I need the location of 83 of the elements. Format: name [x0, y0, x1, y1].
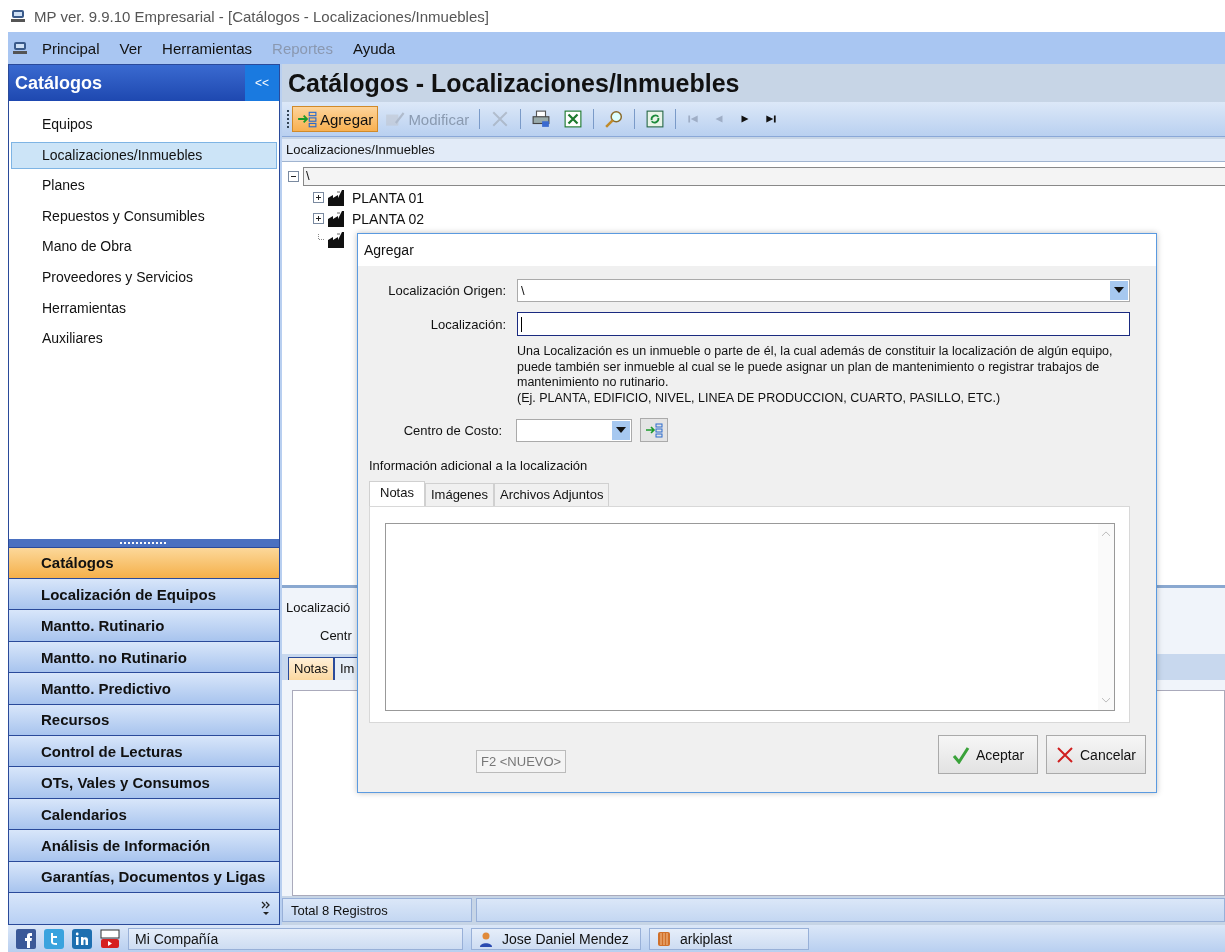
splitter-grip[interactable]	[120, 540, 168, 545]
checkmark-icon	[951, 745, 970, 764]
section-title: Información adicional a la localización	[369, 458, 589, 475]
menu-item[interactable]: Herramientas	[162, 39, 253, 57]
tree-node[interactable]: PLANTA 02	[352, 210, 425, 227]
dropdown-arrow-icon	[1114, 287, 1124, 293]
nav-section-button[interactable]: Garantías, Documentos y Ligas	[9, 860, 279, 892]
add-button[interactable]: Agregar	[292, 106, 379, 132]
factory-icon	[327, 230, 345, 249]
nav-section-button[interactable]: Localización de Equipos	[9, 578, 279, 610]
user-name: Jose Daniel Mendez	[502, 930, 629, 947]
twitter-icon[interactable]	[44, 928, 64, 949]
origin-dropdown[interactable]: \	[517, 278, 1130, 302]
pencil-icon	[385, 110, 406, 128]
menu-item[interactable]: Ayuda	[352, 39, 396, 57]
nav-section-button[interactable]: Mantto. no Rutinario	[9, 640, 279, 673]
database-name: arkiplast	[680, 930, 733, 947]
dialog-title: Agregar	[364, 242, 414, 258]
sidebar-item[interactable]: Repuestos y Consumibles	[11, 202, 277, 230]
dropdown-arrow-icon	[616, 427, 626, 433]
nav-section-button[interactable]: Recursos	[9, 703, 279, 736]
database-icon	[656, 930, 672, 947]
user-icon	[478, 930, 494, 947]
tab[interactable]: Imágenes	[424, 483, 495, 506]
notes-field[interactable]	[385, 523, 1115, 711]
page-title: Catálogos - Localizaciones/Inmuebles	[288, 68, 740, 98]
record-count: Total 8 Registros	[282, 898, 472, 922]
search-icon	[604, 110, 625, 128]
sidebar-item[interactable]: Herramientas	[11, 294, 277, 322]
location-input-field[interactable]	[517, 312, 1130, 336]
factory-icon	[327, 209, 345, 228]
sidebar-title: Catálogos	[14, 72, 102, 94]
add-cost-center-button[interactable]	[640, 418, 668, 442]
tree-header: Localizaciones/Inmuebles	[282, 139, 1225, 162]
youtube-icon[interactable]	[100, 928, 120, 949]
close-icon	[1056, 745, 1074, 764]
window-title: MP ver. 9.9.10 Empresarial - [Catálogos - Localizaciones/Inmuebles]	[34, 7, 489, 25]
example-text: (Ej. PLANTA, EDIFICIO, NIVEL, LINEA DE PRODUCCION, CUARTO, PASILLO, ETC.)	[517, 390, 1002, 406]
linkedin-icon[interactable]	[72, 928, 92, 949]
sidebar-item[interactable]: Mano de Obra	[11, 233, 277, 261]
refresh-icon	[645, 110, 666, 128]
collapse-button[interactable]: <<	[245, 65, 279, 101]
field-label: Centr	[320, 628, 352, 643]
nav-section-button[interactable]: Catálogos	[9, 546, 279, 579]
menu-item[interactable]: Principal	[42, 39, 100, 57]
app-icon	[12, 40, 28, 56]
nav-section-button[interactable]: Mantto. Predictivo	[9, 672, 279, 704]
sidebar-item[interactable]: Equipos	[11, 111, 277, 138]
nav-section-button[interactable]: Calendarios	[9, 797, 279, 830]
accept-button[interactable]: Aceptar	[938, 735, 1038, 774]
chevron-down-icon[interactable]	[261, 900, 271, 917]
field-label: Localización:	[429, 316, 507, 332]
factory-icon	[327, 188, 345, 207]
field-label: Centro de Costo:	[402, 422, 503, 438]
collapse-icon[interactable]	[288, 171, 299, 182]
tab[interactable]: Notas	[369, 481, 425, 506]
tree-node[interactable]: PLANTA 01	[352, 189, 425, 206]
expand-icon[interactable]	[313, 192, 324, 203]
spreadsheet-icon	[563, 110, 584, 128]
printer-icon	[531, 110, 552, 128]
help-text: Una Localización es un inmueble o parte de él, la cual además de constituir la localización de algún equipo, puede también ser inmueble al cual se le puede asignar un plan de mantenimiento o registrar trabajos de mantenimiento no rutinario.	[517, 344, 1114, 391]
nav-section-button[interactable]: Mantto. Rutinario	[9, 609, 279, 641]
sidebar-item[interactable]: Auxiliares	[11, 325, 277, 353]
tree-node[interactable]: \	[303, 167, 1225, 186]
cancel-button[interactable]: Cancelar	[1046, 735, 1146, 774]
menu-item[interactable]: Ver	[119, 39, 143, 57]
sidebar-item[interactable]: Proveedores y Servicios	[11, 263, 277, 291]
tab[interactable]: Archivos Adjuntos	[494, 483, 610, 506]
sidebar-item[interactable]: Planes	[11, 172, 277, 200]
field-label: Localización Origen:	[387, 282, 507, 298]
sidebar-item[interactable]: Localizaciones/Inmuebles	[11, 141, 277, 169]
facebook-icon[interactable]	[16, 928, 36, 949]
expand-icon[interactable]	[313, 213, 324, 224]
add-to-list-icon	[297, 110, 317, 128]
nav-section-button[interactable]: OTs, Vales y Consumos	[9, 766, 279, 798]
toolbar-grip	[286, 108, 290, 130]
app-icon	[10, 8, 26, 24]
field-label: Localizació	[286, 600, 351, 615]
tab[interactable]: Notas	[288, 657, 334, 680]
nav-section-button[interactable]: Análisis de Información	[9, 829, 279, 861]
shortcut-hint: F2 <NUEVO>	[476, 750, 567, 773]
nav-section-button[interactable]: Control de Lecturas	[9, 735, 279, 767]
company-name: Mi Compañía	[128, 927, 463, 950]
